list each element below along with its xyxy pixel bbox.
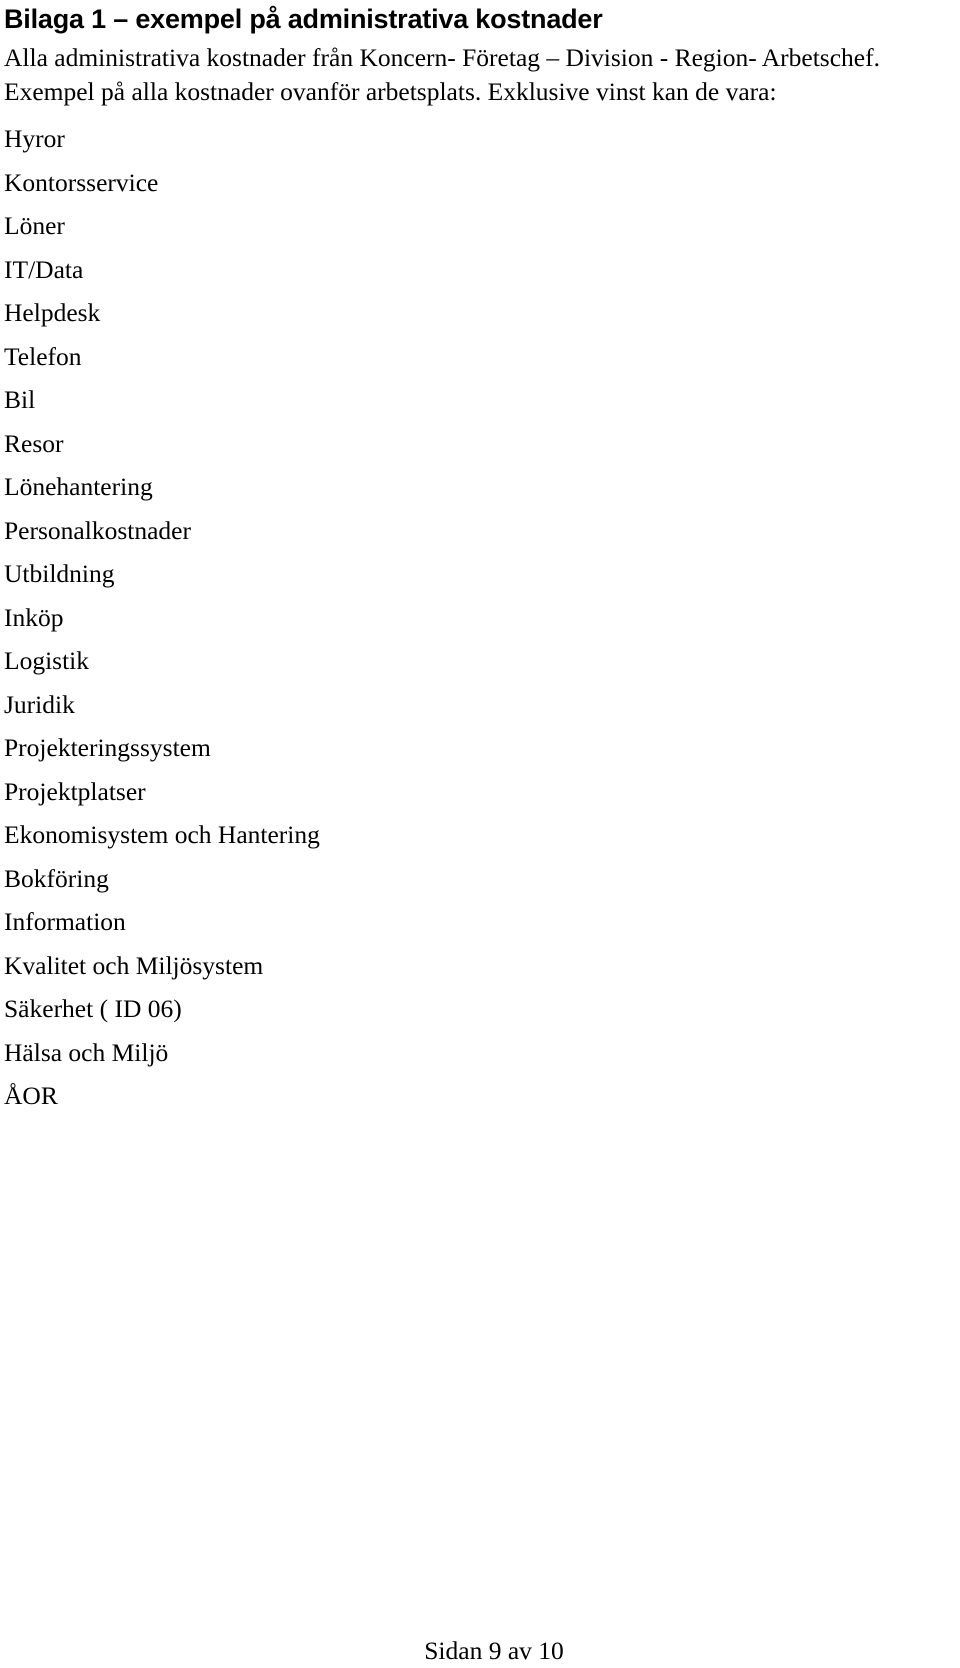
list-item: Personalkostnader: [4, 515, 191, 545]
administrative-cost-list: Hyror Kontorsservice Löner IT/Data Helpdesk T…: [4, 117, 956, 1118]
list-item: Hyror: [4, 124, 65, 153]
list-item: Löner: [4, 211, 65, 240]
list-item: Bil: [4, 385, 36, 414]
list-item: Kvalitet och Miljösystem: [4, 950, 264, 980]
list-item: Logistik: [4, 646, 90, 675]
list-item: Resor: [4, 428, 64, 458]
intro-paragraph: Alla administrativa kostnader från Konce…: [4, 43, 880, 106]
list-item: Inköp: [4, 602, 64, 632]
list-item: ÅOR: [4, 1081, 58, 1110]
list-item: Helpdesk: [4, 298, 101, 327]
list-item: Telefon: [4, 341, 82, 371]
list-item: IT/Data: [4, 254, 84, 284]
list-item: Kontorsservice: [4, 167, 159, 197]
list-item: Lönehantering: [4, 472, 153, 501]
list-item: Juridik: [4, 689, 75, 719]
list-item: Utbildning: [4, 559, 115, 588]
list-item: Information: [4, 907, 126, 936]
list-item: Bokföring: [4, 863, 109, 893]
document-page: Bilaga 1 – exempel på administrativa kos…: [0, 0, 960, 1665]
list-item: Hälsa och Miljö: [4, 1037, 169, 1067]
list-item: Säkerhet ( ID 06): [4, 994, 182, 1023]
list-item: Ekonomisystem och Hantering: [4, 820, 320, 849]
page-title: Bilaga 1 – exempel på administrativa kos…: [4, 4, 603, 34]
list-item: Projekteringssystem: [4, 733, 211, 762]
list-item: Projektplatser: [4, 776, 146, 806]
